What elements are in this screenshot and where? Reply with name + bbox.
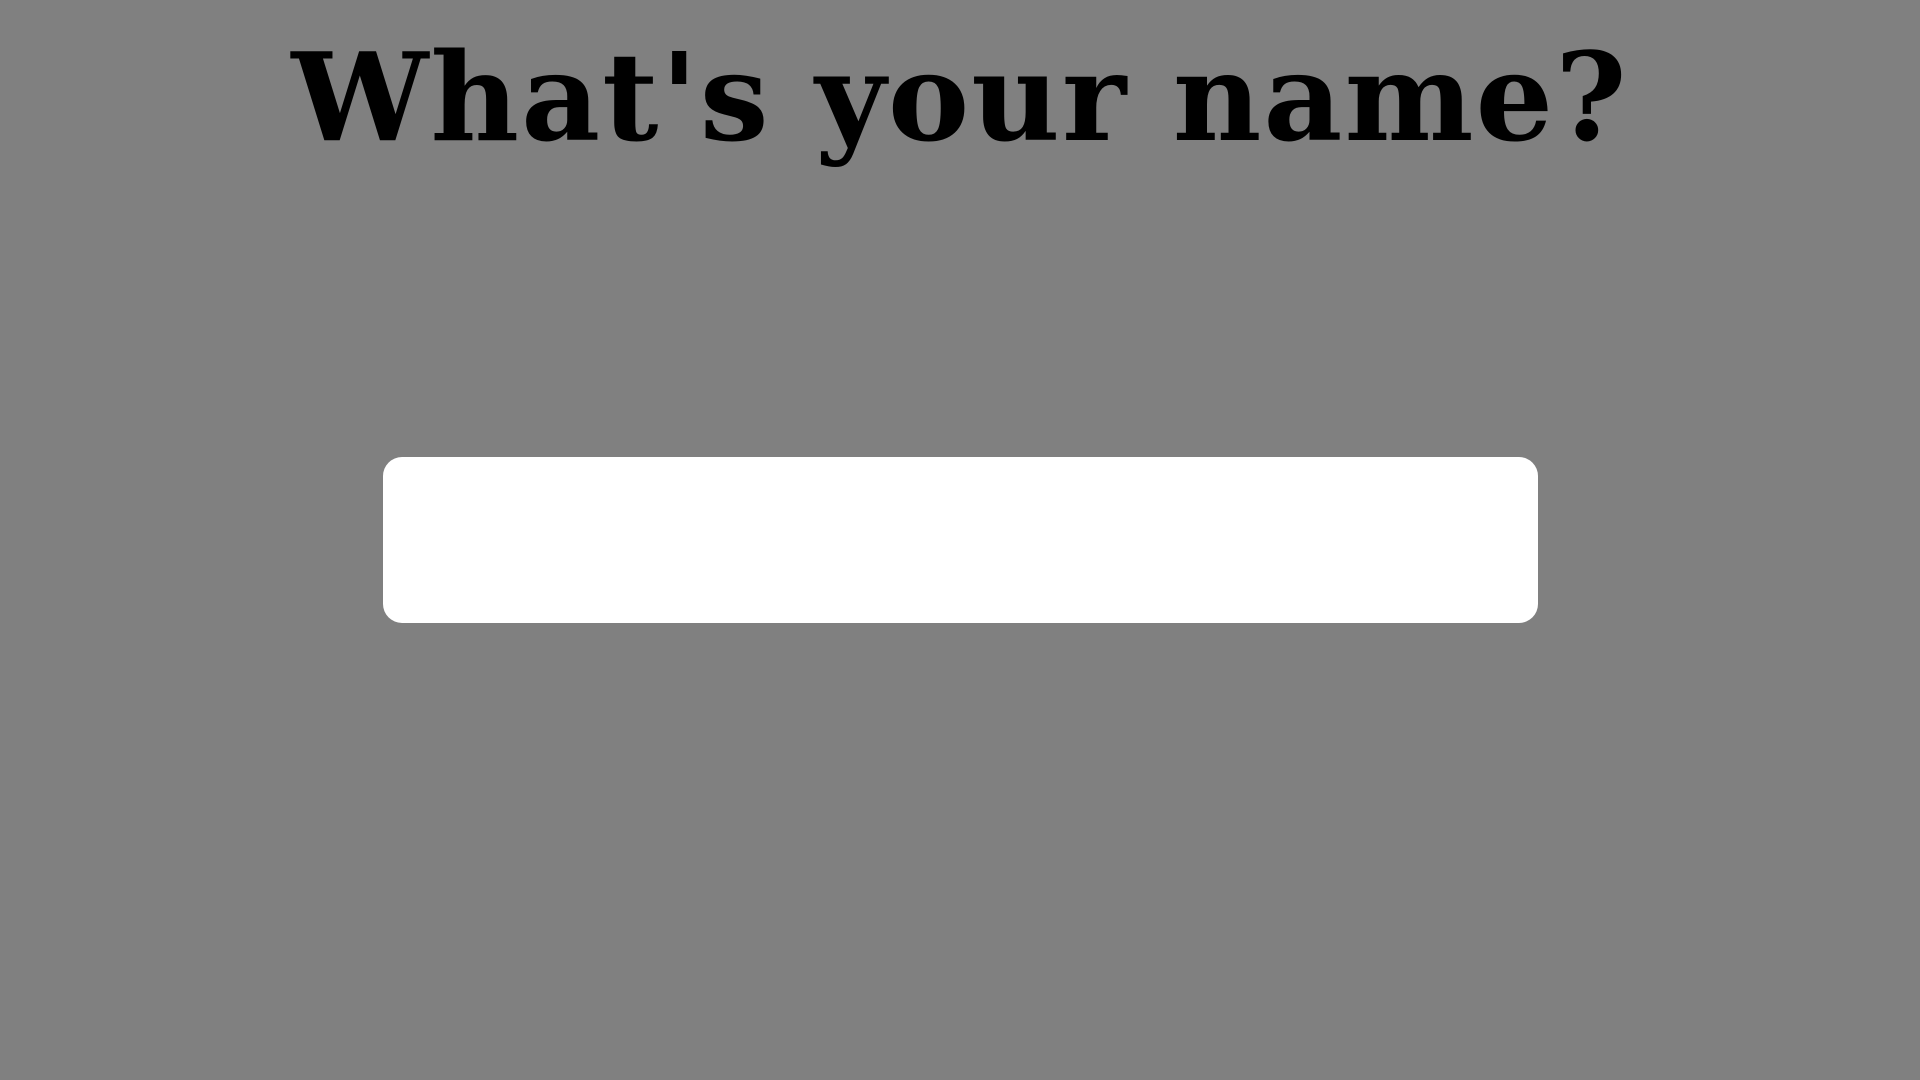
name-input[interactable] (383, 457, 1538, 623)
name-prompt-screen: What's your name? (0, 0, 1920, 1080)
prompt-heading: What's your name? (291, 25, 1629, 169)
